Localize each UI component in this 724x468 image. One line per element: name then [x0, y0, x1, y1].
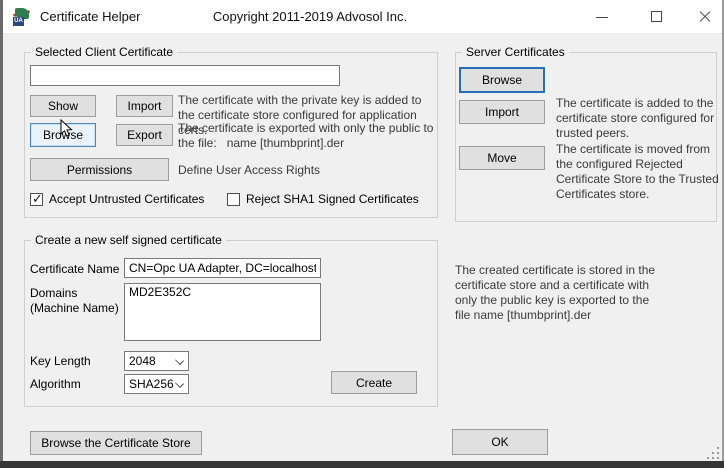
client-import-button[interactable]: Import: [116, 95, 173, 117]
checkmark-icon: ✓: [32, 191, 43, 207]
certificate-name-input[interactable]: [124, 258, 321, 278]
accept-untrusted-checkbox[interactable]: ✓ Accept Untrusted Certificates: [30, 192, 204, 206]
algorithm-value: SHA256: [129, 377, 174, 391]
export-description: The certificate is exported with only th…: [178, 121, 446, 151]
selected-client-certificate-title: Selected Client Certificate: [31, 45, 177, 59]
permissions-description: Define User Access Rights: [178, 163, 418, 178]
certificate-name-label: Certificate Name: [30, 262, 119, 276]
move-description: The certificate is moved from the config…: [556, 142, 724, 202]
key-length-label: Key Length: [30, 354, 91, 368]
create-button[interactable]: Create: [331, 371, 417, 394]
reject-sha1-checkbox[interactable]: Reject SHA1 Signed Certificates: [227, 192, 419, 206]
server-certificates-title: Server Certificates: [462, 45, 569, 59]
server-browse-button[interactable]: Browse: [459, 67, 545, 93]
copyright-text: Copyright 2011-2019 Advosol Inc.: [0, 0, 620, 34]
title-bar: UA Certificate Helper Copyright 2011-201…: [0, 0, 724, 34]
algorithm-label: Algorithm: [30, 377, 81, 391]
server-import-button[interactable]: Import: [459, 100, 545, 124]
permissions-button[interactable]: Permissions: [30, 158, 169, 181]
chevron-down-icon: [175, 379, 184, 388]
client-browse-button[interactable]: Browse: [30, 123, 96, 147]
frame-edge-left: [0, 0, 3, 468]
client-certificate-input[interactable]: [30, 65, 340, 86]
close-button[interactable]: [688, 0, 722, 34]
accept-untrusted-label: Accept Untrusted Certificates: [49, 192, 204, 206]
accept-untrusted-checkbox-box: ✓: [30, 193, 43, 206]
create-certificate-title: Create a new self signed certificate: [31, 233, 226, 247]
export-button[interactable]: Export: [116, 124, 173, 146]
domains-label: Domains (Machine Name): [30, 286, 119, 316]
server-import-description: The certificate is added to the certific…: [556, 96, 718, 141]
minimize-icon: [596, 17, 608, 18]
chevron-down-icon: [175, 356, 184, 365]
created-certificate-note: The created certificate is stored in the…: [455, 263, 675, 323]
certificate-helper-window: UA Certificate Helper Copyright 2011-201…: [0, 0, 724, 468]
algorithm-dropdown[interactable]: SHA256: [124, 374, 189, 394]
show-button[interactable]: Show: [30, 95, 96, 117]
maximize-button[interactable]: [640, 0, 674, 34]
frame-edge-bottom: [0, 461, 724, 468]
key-length-dropdown[interactable]: 2048: [124, 351, 189, 371]
ok-button[interactable]: OK: [452, 429, 548, 455]
maximize-icon: [651, 11, 662, 22]
browse-certificate-store-button[interactable]: Browse the Certificate Store: [30, 431, 202, 455]
resize-grip[interactable]: [705, 447, 719, 459]
reject-sha1-checkbox-box: [227, 193, 240, 206]
move-button[interactable]: Move: [459, 146, 545, 170]
minimize-button[interactable]: [585, 0, 619, 34]
key-length-value: 2048: [129, 354, 156, 368]
domains-input[interactable]: MD2E352C: [124, 283, 321, 341]
reject-sha1-label: Reject SHA1 Signed Certificates: [246, 192, 419, 206]
